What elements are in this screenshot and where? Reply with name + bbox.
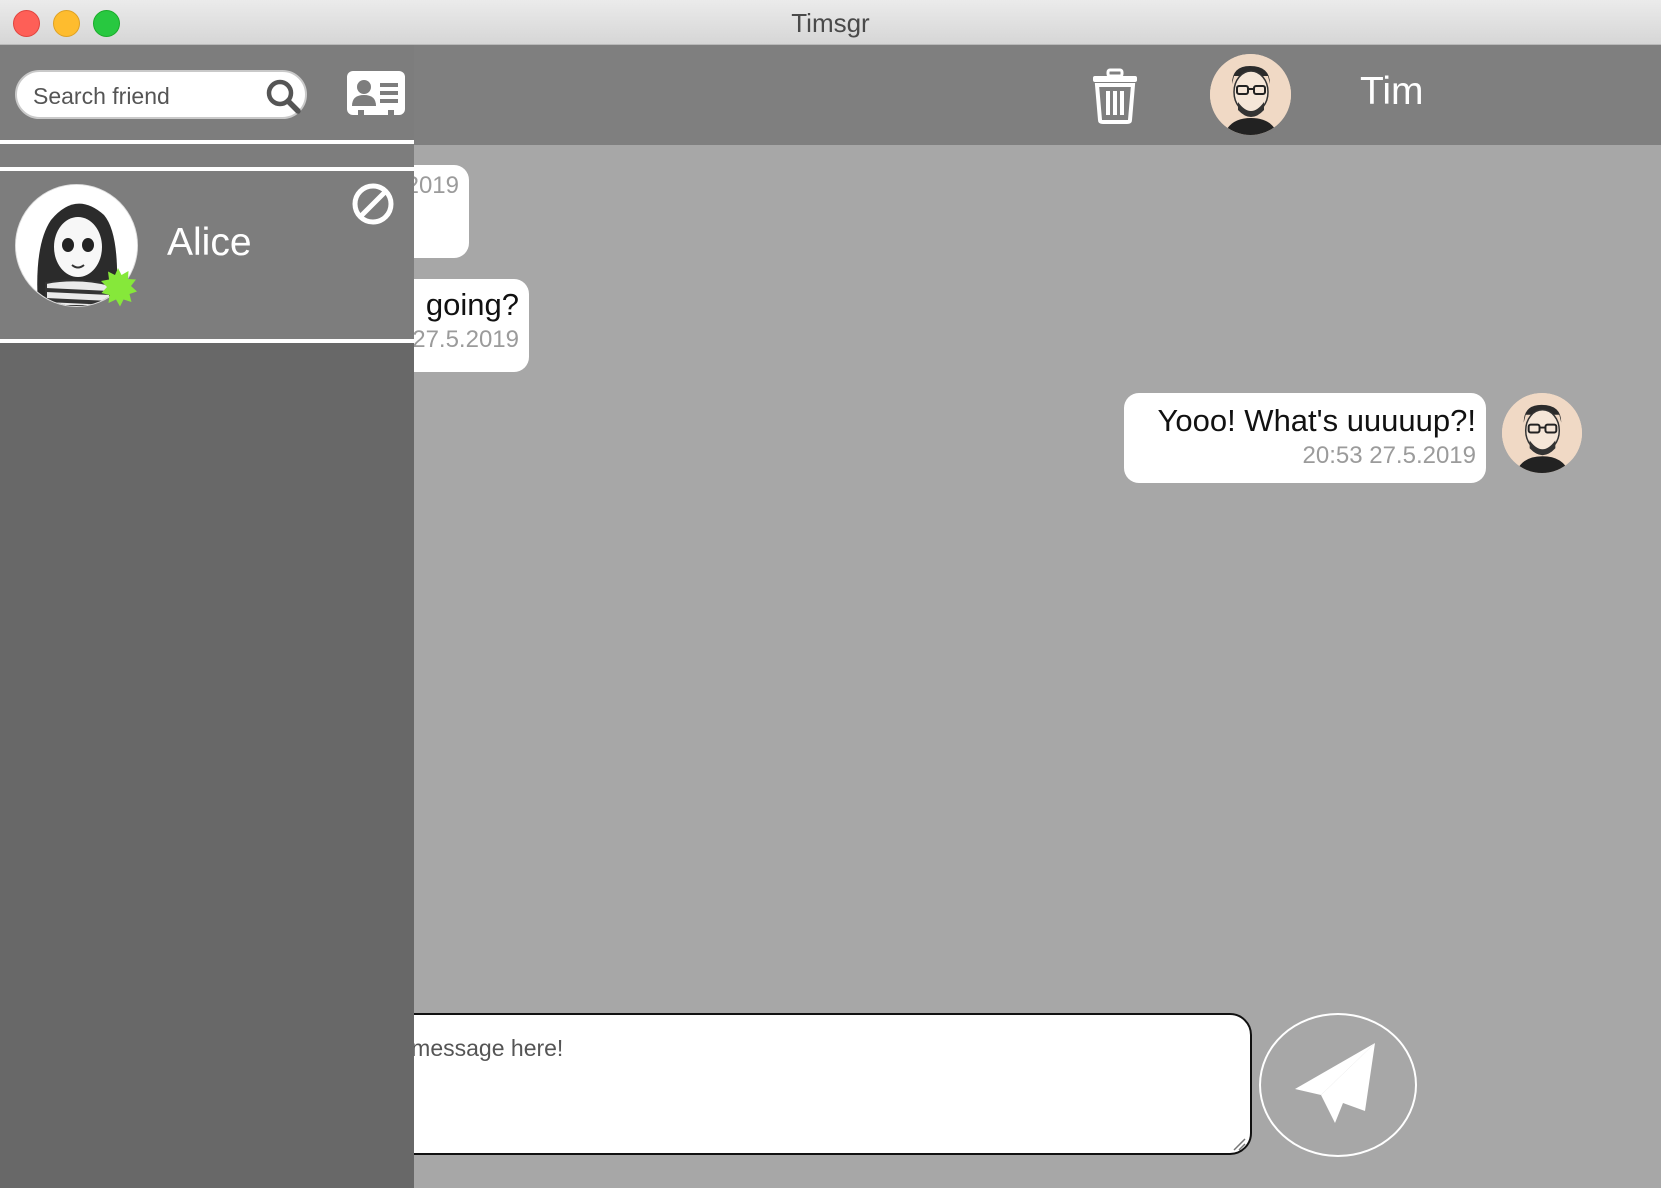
contacts-card-icon[interactable]: [346, 70, 406, 116]
search-box: [15, 70, 307, 119]
trash-icon[interactable]: [1091, 68, 1139, 124]
message-compose-box: [414, 1013, 1252, 1155]
message-sender-avatar: [1502, 393, 1582, 473]
message-input[interactable]: [414, 1015, 1250, 1153]
friend-name: Alice: [167, 221, 252, 264]
send-icon: [1295, 1043, 1375, 1123]
message-timestamp: 20:53 27.5.2019: [1302, 442, 1477, 469]
app-window: Timsgr Search friend Alice Tim 019 going…: [0, 0, 1661, 1188]
sidebar-toolbar: [0, 45, 414, 144]
block-icon[interactable]: [350, 181, 396, 227]
message-text: going?: [425, 287, 519, 322]
contact-name: Tim: [1360, 70, 1424, 113]
online-status-icon: [101, 268, 137, 307]
chat-header: Tim: [414, 45, 1661, 145]
contact-avatar[interactable]: [1210, 54, 1291, 135]
message-bubble: Yooo! What's uuuuup?! 20:53 27.5.2019: [1124, 393, 1486, 483]
message-list: 2019 going? 27.5.2019 Yooo! What's uuuuu…: [414, 145, 1661, 1188]
message-timestamp: 27.5.2019: [414, 326, 519, 353]
message-bubble: 2019: [414, 165, 469, 258]
search-friend-input[interactable]: [31, 80, 255, 112]
friend-list-item[interactable]: Alice: [0, 171, 414, 343]
man-portrait-icon: [1210, 54, 1291, 135]
resize-grip-icon[interactable]: [1232, 1137, 1246, 1151]
sidebar-divider: [0, 144, 414, 171]
search-icon[interactable]: [263, 76, 303, 116]
sidebar: Alice: [0, 45, 414, 1188]
man-portrait-icon: [1502, 393, 1582, 473]
message-timestamp: 2019: [414, 172, 459, 199]
message-text: Yooo! What's uuuuup?!: [1157, 403, 1476, 438]
message-bubble: going? 27.5.2019: [414, 279, 529, 372]
title-bar: Timsgr: [0, 0, 1661, 45]
window-title: Timsgr: [791, 8, 870, 38]
send-button[interactable]: [1259, 1013, 1417, 1157]
